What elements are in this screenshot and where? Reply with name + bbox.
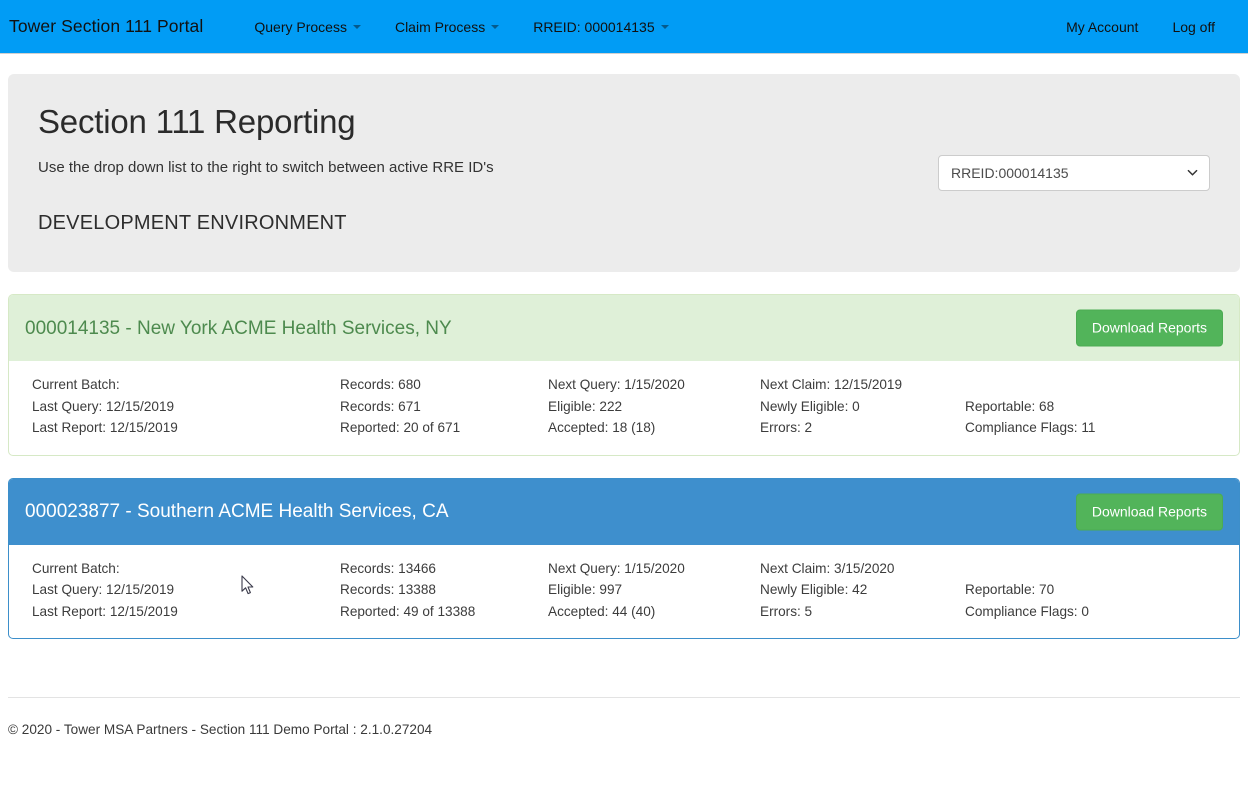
panel-title: 000014135 - New York ACME Health Service… [25,319,452,338]
page-footer: © 2020 - Tower MSA Partners - Section 11… [8,697,1240,737]
stat-spacer [965,374,1239,396]
page-container: Section 111 Reporting Use the drop down … [0,74,1248,737]
stat-next-claim: Next Claim: 3/15/2020 [760,558,965,580]
environment-label: DEVELOPMENT ENVIRONMENT [38,212,1210,235]
stat-column-query: Next Query: 1/15/2020 Eligible: 997 Acce… [548,558,760,623]
footer-copyright: © 2020 - Tower MSA Partners - Section 11… [8,722,1240,737]
stat-next-claim: Next Claim: 12/15/2019 [760,374,965,396]
nav-item-label: Claim Process [395,19,485,35]
stat-column-claim: Next Claim: 12/15/2019 Newly Eligible: 0… [760,374,965,439]
stat-eligible: Eligible: 222 [548,396,760,418]
stat-column-batch: Current Batch: Last Query: 12/15/2019 La… [32,558,340,623]
nav-item-rreid[interactable]: RREID: 000014135 [516,0,685,54]
nav-item-label: Query Process [254,19,347,35]
chevron-down-icon [491,25,499,29]
chevron-down-icon [353,25,361,29]
nav-item-query-process[interactable]: Query Process [237,0,378,54]
stat-records-query: Records: 13388 [340,579,548,601]
stat-errors: Errors: 2 [760,417,965,439]
download-reports-button[interactable]: Download Reports [1076,310,1223,347]
stat-last-report: Last Report: 12/15/2019 [32,601,340,623]
nav-item-label: Log off [1172,19,1215,35]
stat-eligible: Eligible: 997 [548,579,760,601]
stat-compliance-flags: Compliance Flags: 11 [965,417,1239,439]
panel-heading: 000014135 - New York ACME Health Service… [9,295,1239,361]
navbar-right-group: My Account Log off [1049,0,1232,54]
stat-last-query: Last Query: 12/15/2019 [32,396,340,418]
stat-column-records: Records: 680 Records: 671 Reported: 20 o… [340,374,548,439]
stat-column-batch: Current Batch: Last Query: 12/15/2019 La… [32,374,340,439]
stat-column-compliance: Reportable: 70 Compliance Flags: 0 [965,558,1239,623]
stat-column-records: Records: 13466 Records: 13388 Reported: … [340,558,548,623]
stat-records-batch: Records: 13466 [340,558,548,580]
stat-grid: Current Batch: Last Query: 12/15/2019 La… [9,374,1239,439]
nav-item-log-off[interactable]: Log off [1155,0,1232,54]
stat-last-report: Last Report: 12/15/2019 [32,417,340,439]
stat-newly-eligible: Newly Eligible: 0 [760,396,965,418]
panel-body: Current Batch: Last Query: 12/15/2019 La… [9,545,1239,639]
stat-next-query: Next Query: 1/15/2020 [548,374,760,396]
page-title: Section 111 Reporting [38,104,1210,140]
stat-accepted: Accepted: 18 (18) [548,417,760,439]
nav-item-label: My Account [1066,19,1138,35]
stat-reported: Reported: 49 of 13388 [340,601,548,623]
stat-column-compliance: Reportable: 68 Compliance Flags: 11 [965,374,1239,439]
chevron-down-icon [661,25,669,29]
nav-item-claim-process[interactable]: Claim Process [378,0,516,54]
navbar-left-group: Tower Section 111 Portal Query Process C… [9,0,686,54]
panel-body: Current Batch: Last Query: 12/15/2019 La… [9,361,1239,455]
stat-compliance-flags: Compliance Flags: 0 [965,601,1239,623]
stat-reportable: Reportable: 68 [965,396,1239,418]
rre-panel-000014135: 000014135 - New York ACME Health Service… [8,294,1240,456]
panel-heading: 000023877 - Southern ACME Health Service… [9,479,1239,545]
stat-newly-eligible: Newly Eligible: 42 [760,579,965,601]
stat-last-query: Last Query: 12/15/2019 [32,579,340,601]
stat-spacer [965,558,1239,580]
stat-next-query: Next Query: 1/15/2020 [548,558,760,580]
navbar-brand[interactable]: Tower Section 111 Portal [9,16,203,37]
stat-accepted: Accepted: 44 (40) [548,601,760,623]
panel-title: 000023877 - Southern ACME Health Service… [25,502,449,521]
stat-column-claim: Next Claim: 3/15/2020 Newly Eligible: 42… [760,558,965,623]
stat-errors: Errors: 5 [760,601,965,623]
nav-item-label: RREID: 000014135 [533,19,654,35]
stat-reportable: Reportable: 70 [965,579,1239,601]
stat-grid: Current Batch: Last Query: 12/15/2019 La… [9,558,1239,623]
rre-id-select[interactable]: RREID:000014135 [938,155,1210,191]
rre-panel-000023877: 000023877 - Southern ACME Health Service… [8,478,1240,640]
stat-reported: Reported: 20 of 671 [340,417,548,439]
jumbotron: Section 111 Reporting Use the drop down … [8,74,1240,272]
nav-item-my-account[interactable]: My Account [1049,0,1155,54]
stat-current-batch: Current Batch: [32,374,340,396]
stat-column-query: Next Query: 1/15/2020 Eligible: 222 Acce… [548,374,760,439]
top-navbar: Tower Section 111 Portal Query Process C… [0,0,1248,54]
rre-select-wrapper: RREID:000014135 [938,155,1210,191]
stat-records-batch: Records: 680 [340,374,548,396]
stat-records-query: Records: 671 [340,396,548,418]
download-reports-button[interactable]: Download Reports [1076,493,1223,530]
stat-current-batch: Current Batch: [32,558,340,580]
